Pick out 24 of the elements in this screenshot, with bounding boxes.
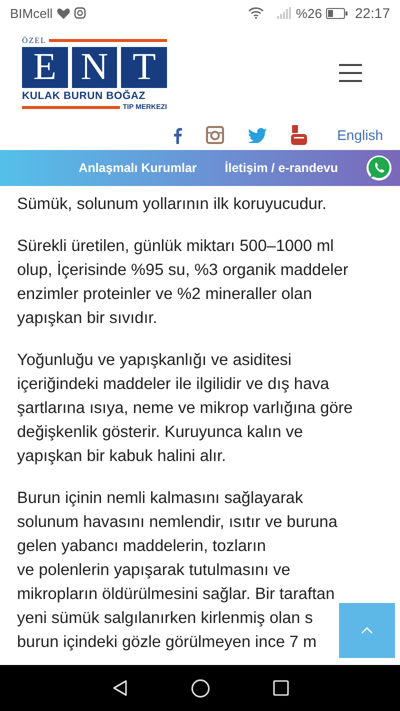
instagram-icon[interactable] bbox=[206, 126, 224, 144]
heart-icon bbox=[56, 8, 70, 18]
bird-icon[interactable] bbox=[248, 128, 268, 142]
signal-icon bbox=[276, 7, 292, 19]
home-icon[interactable] bbox=[191, 678, 210, 698]
instagram-icon bbox=[74, 7, 86, 19]
english-link[interactable]: English bbox=[337, 127, 383, 143]
body-paragraph: Sümük, solunum yollarının ilk koruyucudur. bbox=[17, 194, 326, 215]
body-paragraph: Yoğunluğu ve yapışkanlığı ve asiditesi içeriğindeki maddeler ile ilgilidir ve dış hava şartlarına ısıya, neme ve mikrop varlığına göre değişkenlik gösterir. Kuruyunca kalın ve yapışkan bir kabuk halini alır. bbox=[17, 350, 353, 467]
recents-icon[interactable] bbox=[272, 680, 289, 696]
nav-link[interactable]: Anlaşmalı Kurumlar bbox=[78, 161, 197, 175]
battery-icon bbox=[326, 8, 348, 18]
carrier-name: BIMcell bbox=[10, 6, 53, 20]
back-icon[interactable] bbox=[111, 679, 130, 697]
facebook-icon[interactable] bbox=[173, 126, 182, 144]
chevron-up-icon bbox=[361, 627, 373, 634]
menu-icon[interactable] bbox=[339, 64, 362, 82]
clock-time: 22:17 bbox=[354, 5, 390, 21]
body-paragraph: Burun içinin nemli kalmasını sağlayarak solunum havasını nemlendir, ısıtır ve buruna gelen yabancı maddelerin, tozların ve polenlerin yapışarak tutulmasını ve mikropların öldürülmesini sağlar. Bir taraftan yeni sümük salgılanırken kirlenmiş olan s burun içindeki gözle görülmeyen ince 7 m bbox=[17, 488, 338, 653]
whatsapp-icon[interactable] bbox=[366, 155, 392, 181]
nav-link[interactable]: İletişim / e-randevu bbox=[224, 161, 338, 175]
battery-percent: %26 bbox=[296, 6, 322, 20]
wifi-icon bbox=[248, 7, 264, 19]
body-paragraph: Sürekli üretilen, günlük miktarı 500–1000 ml olup, İçerisinde %95 su, %3 organik maddeler enzimler proteinler ve %2 mineraller olan yapışkan bir sıvıdır. bbox=[17, 236, 348, 329]
